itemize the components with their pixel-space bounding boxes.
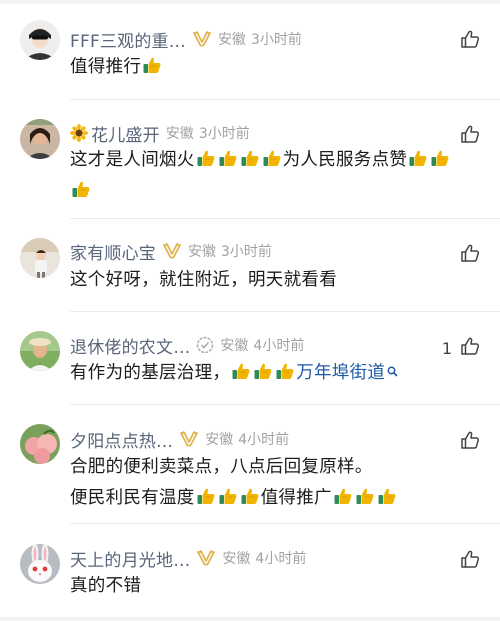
username[interactable]: FFF三观的重… bbox=[70, 27, 186, 52]
location: 安徽 bbox=[220, 338, 249, 354]
thumbs-up-emoji-icon bbox=[275, 361, 295, 381]
avatar[interactable] bbox=[20, 238, 60, 278]
comment-text: 值得推行 bbox=[70, 52, 475, 83]
thumbs-up-emoji-icon bbox=[333, 486, 353, 506]
like-button[interactable] bbox=[452, 243, 480, 267]
sunflower-icon bbox=[70, 124, 88, 142]
vip-badge-icon bbox=[196, 549, 216, 567]
location: 安徽 bbox=[222, 551, 251, 567]
thumbs-up-icon bbox=[460, 549, 480, 573]
location: 安徽 bbox=[217, 32, 246, 48]
comment-text: 合肥的便利卖菜点，八点后回复原样。 便民利民有温度 值得推广 bbox=[70, 452, 475, 514]
thumbs-up-emoji-icon bbox=[240, 148, 260, 168]
username[interactable]: 夕阳点点热… bbox=[70, 427, 173, 452]
username[interactable]: 退休佬的农文… bbox=[70, 333, 190, 358]
timestamp: 4小时前 bbox=[253, 338, 305, 354]
like-count: 1 bbox=[441, 338, 452, 358]
search-icon bbox=[387, 357, 398, 388]
thumbs-up-emoji-icon bbox=[218, 486, 238, 506]
location: 安徽 bbox=[205, 432, 234, 448]
verified-badge-icon bbox=[196, 336, 214, 354]
vip-badge-icon bbox=[179, 430, 199, 448]
username[interactable]: 花儿盛开 bbox=[91, 121, 160, 146]
avatar[interactable] bbox=[20, 424, 60, 464]
thumbs-up-emoji-icon bbox=[430, 148, 450, 168]
divider bbox=[70, 218, 500, 219]
location: 安徽 bbox=[165, 126, 194, 142]
thumbs-up-emoji-icon bbox=[240, 486, 260, 506]
thumbs-up-icon bbox=[460, 243, 480, 267]
thumbs-up-emoji-icon bbox=[142, 55, 162, 75]
thumbs-up-emoji-icon bbox=[218, 148, 238, 168]
thumbs-up-emoji-icon bbox=[196, 148, 216, 168]
timestamp: 4小时前 bbox=[238, 432, 290, 448]
comment-text: 这个好呀，就住附近，明天就看看 bbox=[70, 270, 337, 290]
bottom-separator bbox=[0, 617, 500, 621]
thumbs-up-emoji-icon bbox=[262, 148, 282, 168]
comment-text: 真的不错 bbox=[70, 576, 142, 596]
topic-link[interactable]: 万年埠街道 bbox=[296, 363, 385, 383]
timestamp: 3小时前 bbox=[250, 32, 302, 48]
thumbs-up-icon bbox=[460, 430, 480, 454]
divider bbox=[70, 311, 500, 312]
top-separator bbox=[0, 0, 500, 4]
avatar[interactable] bbox=[20, 544, 60, 584]
thumbs-up-emoji-icon bbox=[408, 148, 428, 168]
vip-badge-icon bbox=[192, 30, 212, 48]
divider bbox=[70, 404, 500, 405]
comment-text: 有作为的基层治理， 万年埠街道 bbox=[70, 357, 475, 389]
thumbs-up-icon bbox=[460, 29, 480, 53]
comment-text: 这才是人间烟火 为人民服务点赞 bbox=[70, 145, 475, 207]
vip-badge-icon bbox=[162, 242, 182, 260]
thumbs-up-emoji-icon bbox=[377, 486, 397, 506]
like-button[interactable] bbox=[452, 29, 480, 53]
divider bbox=[70, 99, 500, 100]
like-button[interactable] bbox=[452, 430, 480, 454]
avatar[interactable] bbox=[20, 119, 60, 159]
divider bbox=[70, 523, 500, 524]
timestamp: 4小时前 bbox=[255, 551, 307, 567]
thumbs-up-emoji-icon bbox=[231, 361, 251, 381]
username[interactable]: 天上的月光地… bbox=[70, 546, 190, 571]
like-button[interactable] bbox=[452, 549, 480, 573]
thumbs-up-emoji-icon bbox=[196, 486, 216, 506]
location: 安徽 bbox=[188, 244, 216, 260]
timestamp: 3小时前 bbox=[198, 126, 250, 142]
avatar[interactable] bbox=[20, 20, 60, 60]
thumbs-up-emoji-icon bbox=[71, 179, 91, 199]
username[interactable]: 家有顺心宝 bbox=[70, 239, 156, 264]
timestamp: 3小时前 bbox=[221, 244, 272, 260]
avatar[interactable] bbox=[20, 331, 60, 371]
thumbs-up-emoji-icon bbox=[253, 361, 273, 381]
thumbs-up-emoji-icon bbox=[355, 486, 375, 506]
